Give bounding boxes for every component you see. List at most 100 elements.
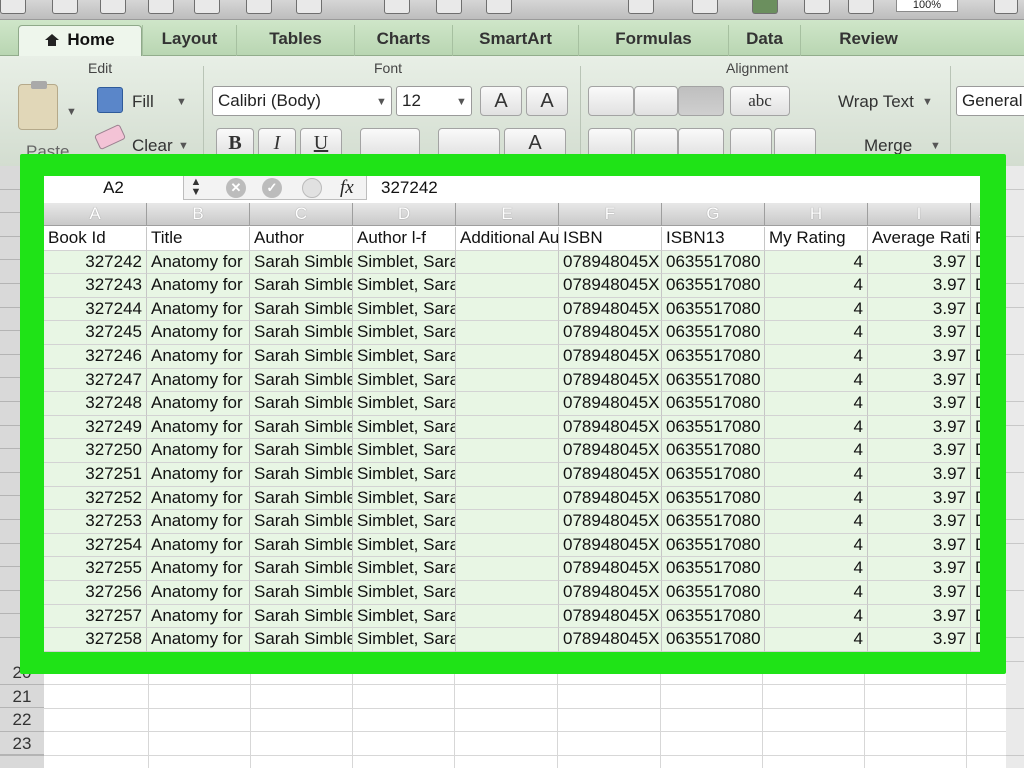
number-format-select[interactable]: General xyxy=(956,86,1024,116)
table-cell[interactable]: 4 xyxy=(765,628,868,652)
table-cell[interactable] xyxy=(456,581,559,605)
row-header-21[interactable]: 21 xyxy=(0,684,44,709)
orientation-button[interactable]: abc xyxy=(730,86,790,116)
table-cell[interactable]: 327244 xyxy=(44,297,147,322)
table-cell[interactable]: Sarah Simble xyxy=(250,368,353,393)
table-cell[interactable] xyxy=(456,345,559,369)
table-cell[interactable]: Anatomy for xyxy=(147,581,250,605)
header-cell[interactable]: Additional Au xyxy=(456,227,559,251)
table-cell[interactable]: 3.97 xyxy=(868,439,971,463)
column-header-d[interactable]: D xyxy=(353,203,456,226)
table-cell[interactable]: Sarah Simble xyxy=(250,557,353,581)
sheet-cell[interactable] xyxy=(1006,520,1024,544)
table-cell[interactable]: Anatomy for xyxy=(147,368,250,393)
table-cell[interactable]: 327249 xyxy=(44,415,147,440)
table-cell[interactable]: 3.97 xyxy=(868,510,971,534)
merge-button[interactable]: Merge xyxy=(864,136,912,156)
table-cell[interactable]: 4 xyxy=(765,415,868,440)
table-cell[interactable]: 078948045X xyxy=(559,274,662,298)
table-cell[interactable]: Simblet, Sarah xyxy=(353,628,456,652)
autosum-icon[interactable] xyxy=(628,0,654,14)
table-cell[interactable]: 078948045X xyxy=(559,392,662,416)
enter-icon[interactable]: ✓ xyxy=(262,178,282,198)
tab-layout[interactable]: Layout xyxy=(142,25,236,56)
table-cell[interactable]: 3.97 xyxy=(868,533,971,558)
table-cell[interactable]: 0635517080 xyxy=(662,510,765,534)
table-cell[interactable]: 3.97 xyxy=(868,604,971,629)
table-cell[interactable]: 0635517080 xyxy=(662,533,765,558)
column-header-b[interactable]: B xyxy=(147,203,250,226)
table-cell[interactable]: Dl xyxy=(971,297,980,322)
grow-font-button[interactable]: A xyxy=(480,86,522,116)
align-middle-icon[interactable] xyxy=(634,86,678,116)
sheet-cell[interactable] xyxy=(1006,260,1024,285)
print-icon[interactable] xyxy=(148,0,174,14)
header-cell[interactable]: Author l-f xyxy=(353,227,456,251)
table-cell[interactable]: 4 xyxy=(765,486,868,511)
table-cell[interactable]: 078948045X xyxy=(559,604,662,629)
table-cell[interactable]: Dl xyxy=(971,486,980,511)
table-cell[interactable]: 0635517080 xyxy=(662,415,765,440)
sheet-cell[interactable] xyxy=(1006,449,1024,474)
table-cell[interactable]: 4 xyxy=(765,297,868,322)
table-cell[interactable]: 4 xyxy=(765,321,868,345)
table-cell[interactable]: 327255 xyxy=(44,557,147,581)
table-cell[interactable] xyxy=(456,557,559,581)
align-top-icon[interactable] xyxy=(588,86,634,116)
table-cell[interactable]: Dl xyxy=(971,628,980,652)
header-cell[interactable]: Average Rati xyxy=(868,227,971,251)
table-cell[interactable]: Anatomy for xyxy=(147,486,250,511)
table-cell[interactable]: Anatomy for xyxy=(147,415,250,440)
copy-icon[interactable] xyxy=(296,0,322,14)
help-icon[interactable] xyxy=(994,0,1018,14)
table-cell[interactable]: Dl xyxy=(971,581,980,605)
table-cell[interactable]: 4 xyxy=(765,533,868,558)
table-cell[interactable]: Dl xyxy=(971,533,980,558)
table-cell[interactable] xyxy=(456,392,559,416)
table-cell[interactable]: 4 xyxy=(765,250,868,275)
table-cell[interactable]: Sarah Simble xyxy=(250,392,353,416)
table-cell[interactable]: Simblet, Sarah xyxy=(353,486,456,511)
table-cell[interactable]: Dl xyxy=(971,368,980,393)
header-cell[interactable]: ISBN xyxy=(559,227,662,251)
sheet-cell[interactable] xyxy=(1006,402,1024,426)
toolbox-icon[interactable] xyxy=(804,0,830,14)
font-name-select[interactable]: Calibri (Body) xyxy=(212,86,392,116)
table-cell[interactable]: Dl xyxy=(971,392,980,416)
table-cell[interactable]: Sarah Simble xyxy=(250,345,353,369)
table-cell[interactable]: 327247 xyxy=(44,368,147,393)
import-icon[interactable] xyxy=(194,0,220,14)
table-cell[interactable]: 078948045X xyxy=(559,415,662,440)
table-cell[interactable]: 0635517080 xyxy=(662,581,765,605)
table-cell[interactable]: 0635517080 xyxy=(662,274,765,298)
table-cell[interactable]: Simblet, Sarah xyxy=(353,250,456,275)
table-cell[interactable]: 078948045X xyxy=(559,533,662,558)
table-cell[interactable]: Dl xyxy=(971,463,980,487)
tab-smartart[interactable]: SmartArt xyxy=(452,25,578,56)
table-cell[interactable]: 078948045X xyxy=(559,628,662,652)
table-cell[interactable]: 3.97 xyxy=(868,345,971,369)
tab-data[interactable]: Data xyxy=(728,25,800,56)
table-cell[interactable]: 327243 xyxy=(44,274,147,298)
sheet-cell[interactable] xyxy=(1006,378,1024,403)
sheet-cell[interactable] xyxy=(1006,638,1024,662)
table-cell[interactable]: 3.97 xyxy=(868,557,971,581)
tab-review[interactable]: Review xyxy=(800,25,936,56)
table-cell[interactable]: 0635517080 xyxy=(662,250,765,275)
table-cell[interactable]: 078948045X xyxy=(559,345,662,369)
table-cell[interactable]: 3.97 xyxy=(868,321,971,345)
sheet-cell[interactable] xyxy=(1006,543,1024,568)
wrap-text-button[interactable]: Wrap Text xyxy=(838,92,914,112)
table-cell[interactable]: 4 xyxy=(765,557,868,581)
table-cell[interactable]: Anatomy for xyxy=(147,297,250,322)
table-cell[interactable] xyxy=(456,463,559,487)
column-header-j[interactable]: J xyxy=(971,203,980,226)
table-cell[interactable]: Anatomy for xyxy=(147,274,250,298)
merge-caret-icon[interactable]: ▼ xyxy=(930,140,941,152)
table-cell[interactable] xyxy=(456,510,559,534)
clear-caret-icon[interactable]: ▼ xyxy=(178,140,189,152)
sheet-cell[interactable] xyxy=(1006,331,1024,356)
eraser-icon[interactable] xyxy=(93,123,127,151)
table-cell[interactable]: Dl xyxy=(971,345,980,369)
paste-caret-icon[interactable]: ▼ xyxy=(66,106,77,118)
